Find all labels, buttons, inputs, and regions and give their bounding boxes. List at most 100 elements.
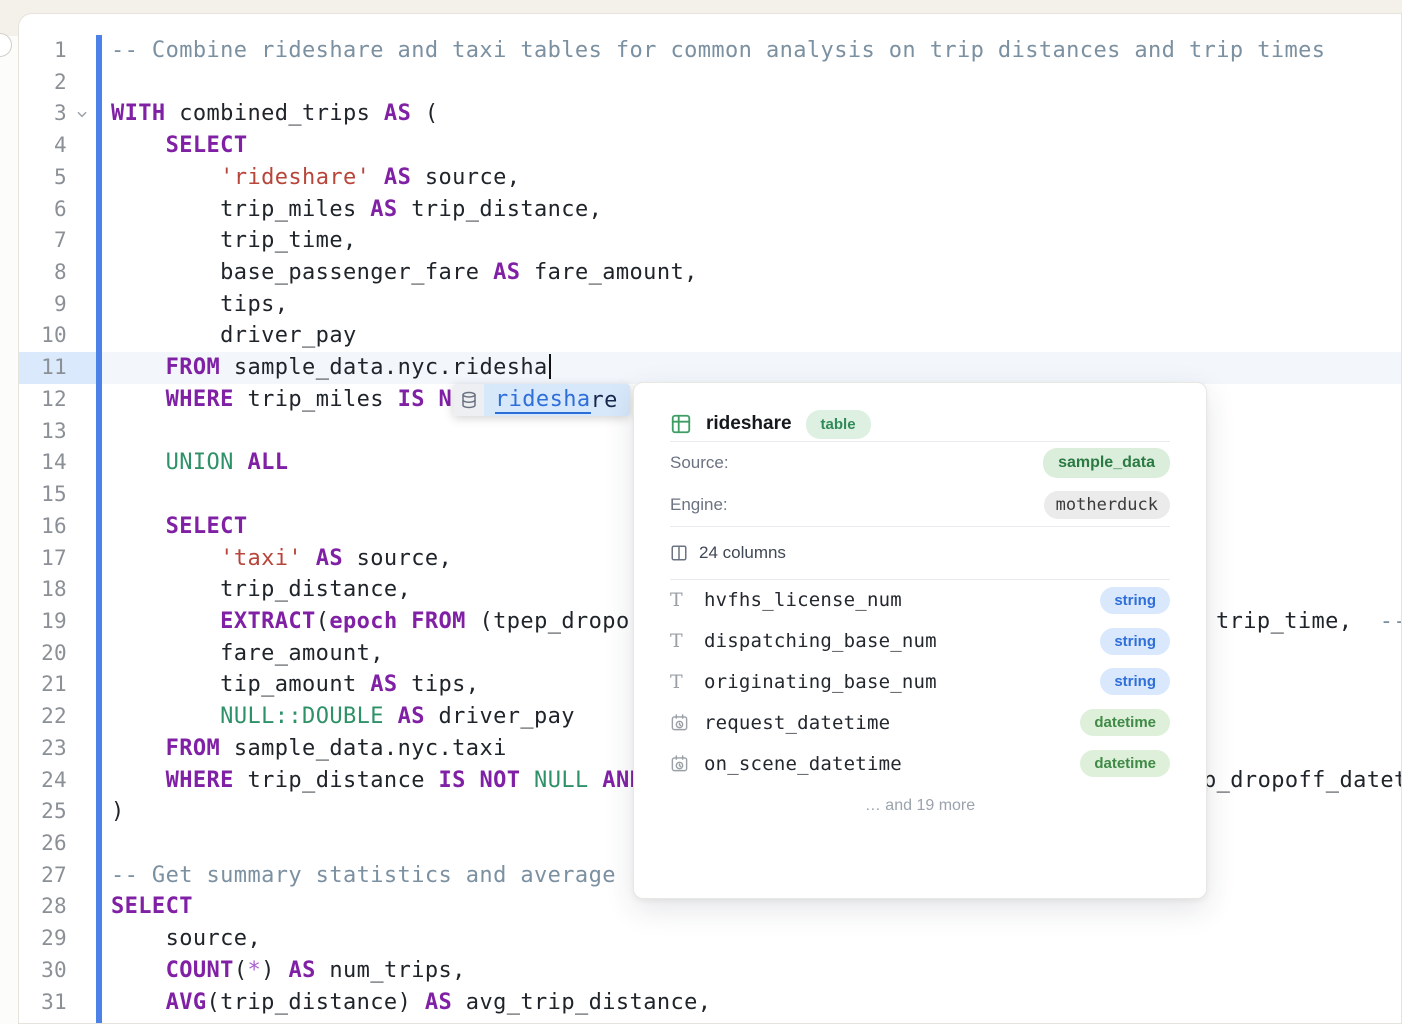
line-number[interactable]: 18 [19,574,67,606]
line-number[interactable]: 16 [19,511,67,543]
code-text: WITH combined_trips AS ( [111,98,439,130]
code-line-31[interactable]: 31 AVG(trip_distance) AS avg_trip_distan… [19,987,1401,1019]
code-line-5[interactable]: 5 'rideshare' AS source, [19,162,1401,194]
code-text: source, [111,923,261,955]
text-icon: T [670,630,683,652]
code-text: base_passenger_fare AS fare_amount, [111,257,698,289]
line-number[interactable]: 25 [19,796,67,828]
calendar-clock-icon [670,713,689,732]
fold-chevron-down-icon[interactable] [75,98,89,130]
changed-lines-bar [96,35,102,1023]
engine-row: Engine: motherduck [670,484,1170,526]
column-name: on_scene_datetime [704,753,1080,775]
line-number[interactable]: 27 [19,860,67,892]
code-line-8[interactable]: 8 base_passenger_fare AS fare_amount, [19,257,1401,289]
text-icon: T [670,671,683,693]
line-number[interactable]: 31 [19,987,67,1019]
code-line-7[interactable]: 7 trip_time, [19,225,1401,257]
code-text: WHERE trip_distance IS NOT NULL AND [111,765,643,797]
line-number[interactable]: 6 [19,194,67,226]
line-number[interactable]: 29 [19,923,67,955]
line-number[interactable]: 22 [19,701,67,733]
code-line-3[interactable]: 3 WITH combined_trips AS ( [19,98,1401,130]
code-line-29[interactable]: 29 source, [19,923,1401,955]
code-text: -- Get summary statistics and average [111,860,630,892]
column-row: Thvfhs_license_numstring [670,580,1170,621]
code-line-4[interactable]: 4 SELECT [19,130,1401,162]
code-text: COUNT(*) AS num_trips, [111,955,466,987]
code-text: driver_pay [111,320,357,352]
column-row: Toriginating_base_numstring [670,662,1170,703]
more-columns-label: … and 19 more [670,784,1170,815]
line-number[interactable]: 10 [19,320,67,352]
line-number[interactable]: 3 [19,98,67,130]
suggestion-rest-text: re [591,388,618,413]
column-list: Thvfhs_license_numstringTdispatching_bas… [670,580,1170,784]
line-number[interactable]: 7 [19,225,67,257]
column-type-badge: string [1100,587,1170,614]
line-number[interactable]: 30 [19,955,67,987]
database-icon [453,384,484,416]
table-name: rideshare [706,413,792,435]
line-number[interactable]: 2 [19,67,67,99]
column-type-badge: string [1100,668,1170,695]
code-line-9[interactable]: 9 tips, [19,289,1401,321]
code-text: -- Combine rideshare and taxi tables for… [111,35,1325,67]
code-text: FROM sample_data.nyc.ridesha [111,352,551,384]
table-info-card: rideshare table Source: sample_data Engi… [633,382,1207,899]
code-line-10[interactable]: 10 driver_pay [19,320,1401,352]
line-number[interactable]: 17 [19,543,67,575]
column-type-badge: datetime [1080,750,1170,777]
line-number[interactable]: 32 [19,1018,67,1024]
line-number[interactable]: 13 [19,416,67,448]
engine-badge: motherduck [1044,491,1170,519]
line-number[interactable]: 12 [19,384,67,416]
column-type-badge: string [1100,628,1170,655]
sql-editor[interactable]: 1 -- Combine rideshare and taxi tables fo… [18,13,1402,1024]
line-number[interactable]: 9 [19,289,67,321]
line-number[interactable]: 8 [19,257,67,289]
table-info-header: rideshare table [670,383,1170,441]
code-text-fragment-line-19: trip_time, -- [1216,606,1402,638]
code-line-30[interactable]: 30 COUNT(*) AS num_trips, [19,955,1401,987]
line-number[interactable]: 26 [19,828,67,860]
column-name: dispatching_base_num [704,630,1100,652]
line-number[interactable]: 15 [19,479,67,511]
line-number[interactable]: 19 [19,606,67,638]
code-text: trip_miles AS trip_distance, [111,194,602,226]
code-line-11[interactable]: 11 FROM sample_data.nyc.ridesha [19,352,1401,384]
autocomplete-popup: rideshare [453,384,630,416]
column-name: hvfhs_license_num [704,589,1100,611]
line-number[interactable]: 4 [19,130,67,162]
code-line-2[interactable]: 2 [19,67,1401,99]
line-number[interactable]: 1 [19,35,67,67]
column-row: Tdispatching_base_numstring [670,621,1170,662]
line-number[interactable]: 11 [19,352,67,384]
line-number[interactable]: 24 [19,765,67,797]
columns-icon [670,544,688,562]
line-number[interactable]: 14 [19,447,67,479]
columns-count: 24 columns [699,543,786,563]
line-number[interactable]: 20 [19,638,67,670]
code-line-6[interactable]: 6 trip_miles AS trip_distance, [19,194,1401,226]
code-text: ) [111,796,125,828]
text-caret [549,354,551,379]
suggestion-item-rideshare[interactable]: rideshare [484,384,630,416]
left-panel-strip [0,36,18,1024]
suggestion-match-text: ridesha [495,387,591,414]
line-number[interactable]: 21 [19,669,67,701]
code-line-32[interactable]: 32 AVG(trip_time) AS avg_trip_time [19,1018,1401,1024]
line-number[interactable]: 23 [19,733,67,765]
code-line-1[interactable]: 1 -- Combine rideshare and taxi tables fo… [19,35,1401,67]
code-text: WHERE trip_miles IS N [111,384,452,416]
line-number[interactable]: 28 [19,891,67,923]
page-background: { "editor": { "active_line": 11, "fold_l… [0,0,1402,1024]
code-text: SELECT [111,891,193,923]
code-text: UNION ALL [111,447,288,479]
table-icon [670,413,692,435]
code-text: NULL::DOUBLE AS driver_pay [111,701,575,733]
code-text: tips, [111,289,288,321]
line-number[interactable]: 5 [19,162,67,194]
code-text: SELECT [111,130,247,162]
code-text: trip_time, [111,225,357,257]
